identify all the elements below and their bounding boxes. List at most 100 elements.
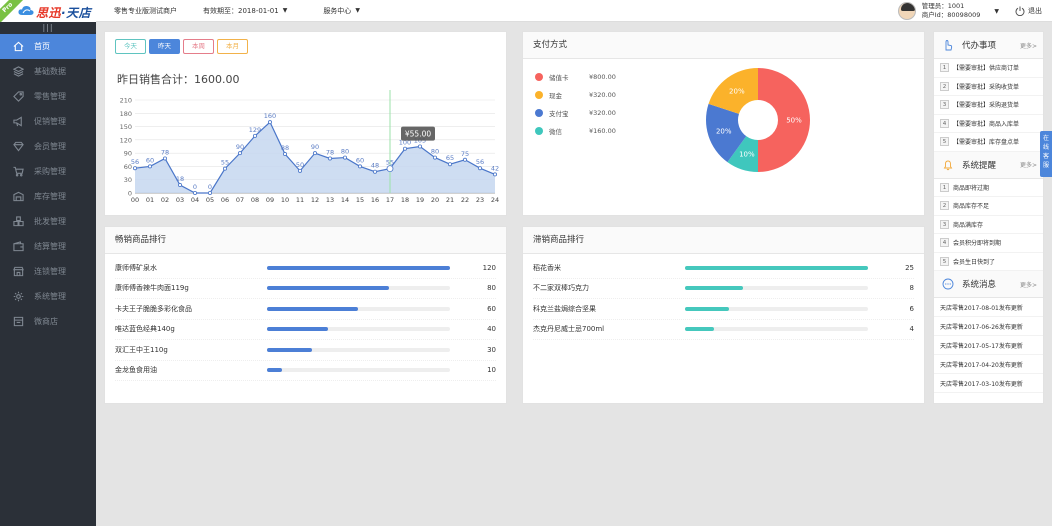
data-label: 60 xyxy=(356,156,364,164)
list-item[interactable]: 稻花香米 25 xyxy=(533,258,914,279)
user-menu-chevron-icon[interactable]: ▼ xyxy=(994,8,999,15)
data-point[interactable] xyxy=(357,164,362,169)
data-point[interactable] xyxy=(282,152,287,157)
sidebar-item-2[interactable]: 零售管理 xyxy=(0,84,96,109)
alerts-more-link[interactable]: 更多> xyxy=(1020,160,1037,169)
data-point[interactable] xyxy=(477,166,482,171)
sidebar-item-11[interactable]: 微商店 xyxy=(0,309,96,334)
data-point[interactable] xyxy=(462,157,467,162)
valid-until-dropdown[interactable]: 有效期至：2018-01-01 ▼ xyxy=(203,6,287,16)
list-item[interactable]: 杰克丹尼威士忌700ml 4 xyxy=(533,320,914,340)
list-item[interactable]: 3 商品满库存 xyxy=(934,216,1043,234)
data-point[interactable] xyxy=(327,156,332,161)
avatar[interactable] xyxy=(897,2,916,20)
legend-item[interactable]: 现金 ¥320.00 xyxy=(535,90,616,100)
x-tick-label: 06 xyxy=(221,196,229,204)
data-point[interactable] xyxy=(148,164,153,169)
message-item[interactable]: 天店零售2017-03-10发布更新 xyxy=(934,374,1043,393)
list-item[interactable]: 2 【需要审批】采购收货单 xyxy=(934,78,1043,96)
list-item[interactable]: 金龙鱼食用油 10 xyxy=(115,361,496,381)
sidebar-item-10[interactable]: 系统管理 xyxy=(0,284,96,309)
list-item[interactable]: 不二家双棒巧克力 8 xyxy=(533,279,914,299)
data-point[interactable] xyxy=(372,169,377,174)
tab-this-week[interactable]: 本周 xyxy=(183,39,214,54)
sidebar-item-7[interactable]: 批发管理 xyxy=(0,209,96,234)
message-item[interactable]: 天店零售2017-06-26发布更新 xyxy=(934,317,1043,336)
progress-fill xyxy=(684,306,729,311)
message-item[interactable]: 天店零售2017-04-20发布更新 xyxy=(934,355,1043,374)
data-point[interactable] xyxy=(238,151,243,156)
list-item[interactable]: 康师傅香辣牛肉面119g 80 xyxy=(115,279,496,299)
list-item[interactable]: 双汇王中王110g 30 xyxy=(115,340,496,361)
data-point[interactable] xyxy=(297,168,302,173)
todo-more-link[interactable]: 更多> xyxy=(1020,41,1037,50)
data-point[interactable] xyxy=(163,156,168,161)
data-point[interactable] xyxy=(267,120,272,125)
list-item[interactable]: 科克兰盐焗综合坚果 6 xyxy=(533,299,914,320)
list-item[interactable]: 5 会员生日快到了 xyxy=(934,253,1043,271)
list-item[interactable]: 5 【需要审批】库存盘点单 xyxy=(934,133,1043,152)
list-item[interactable]: 4 会员积分即将到期 xyxy=(934,234,1043,253)
data-point[interactable] xyxy=(252,133,257,138)
legend-label: 微信 xyxy=(549,127,562,136)
sales-count: 120 xyxy=(482,263,496,272)
data-point[interactable] xyxy=(447,162,452,167)
data-point[interactable] xyxy=(208,191,213,196)
list-item[interactable]: 3 【需要审批】采购退货单 xyxy=(934,96,1043,115)
sidebar-item-1[interactable]: 基础数据 xyxy=(0,59,96,84)
legend-item[interactable]: 支付宝 ¥320.00 xyxy=(535,108,616,118)
list-item[interactable]: 唯达蓝色经典140g 40 xyxy=(115,320,496,340)
sidebar-item-6[interactable]: 库存管理 xyxy=(0,184,96,209)
list-item[interactable]: 1 商品即将过期 xyxy=(934,179,1043,197)
data-point[interactable] xyxy=(178,183,183,188)
y-tick-label: 120 xyxy=(120,136,132,144)
legend-item[interactable]: 微信 ¥160.00 xyxy=(535,126,616,136)
message-item[interactable]: 天店零售2017-05-17发布更新 xyxy=(934,336,1043,355)
header-user-area: 管理员：1001 商户Id：80098009 ▼ 退出 xyxy=(897,0,1042,22)
data-point[interactable] xyxy=(223,166,228,171)
data-point[interactable] xyxy=(193,191,198,196)
hourly-sales-chart[interactable]: 0306090120150180210560060017802180300400… xyxy=(115,90,501,210)
sidebar-item-9[interactable]: 连锁管理 xyxy=(0,259,96,284)
message-item[interactable]: 天店零售2017-08-01发布更新 xyxy=(934,298,1043,317)
online-service-tab[interactable]: 在线客服 xyxy=(1040,131,1052,177)
item-label: 【需要审批】采购收货单 xyxy=(953,83,1020,91)
service-center-dropdown[interactable]: 服务中心 ▼ xyxy=(323,6,360,16)
sidebar-collapse-toggle[interactable]: ||| xyxy=(0,22,96,34)
list-item[interactable]: 1 【需要审批】供应商订单 xyxy=(934,59,1043,78)
tab-this-month[interactable]: 本月 xyxy=(217,39,248,54)
legend-item[interactable]: 储值卡 ¥800.00 xyxy=(535,72,616,82)
data-point[interactable] xyxy=(492,172,497,177)
progress-fill xyxy=(684,286,744,291)
sidebar-item-3[interactable]: 促销管理 xyxy=(0,109,96,134)
payment-donut-chart[interactable]: 50% 10% 20% 20% xyxy=(703,65,813,175)
donut-slice[interactable] xyxy=(758,68,810,172)
sidebar-item-0[interactable]: 首页 xyxy=(0,34,96,59)
sidebar-item-4[interactable]: 会员管理 xyxy=(0,134,96,159)
data-label: 78 xyxy=(161,148,169,156)
list-item[interactable]: 2 商品库存不足 xyxy=(934,197,1043,216)
data-point[interactable] xyxy=(342,155,347,160)
messages-more-link[interactable]: 更多> xyxy=(1020,280,1037,289)
data-point[interactable] xyxy=(312,151,317,156)
data-point[interactable] xyxy=(417,144,422,149)
data-point[interactable] xyxy=(432,155,437,160)
x-tick-label: 21 xyxy=(446,196,454,204)
data-point[interactable] xyxy=(402,146,407,151)
list-item[interactable]: 康师傅矿泉水 120 xyxy=(115,258,496,279)
logout-button[interactable]: 退出 xyxy=(1015,6,1042,16)
tab-today[interactable]: 今天 xyxy=(115,39,146,54)
progress-fill xyxy=(684,327,714,332)
list-item[interactable]: 卡夫王子脆脆多彩化食品 60 xyxy=(115,299,496,320)
sidebar-item-label: 批发管理 xyxy=(34,217,66,226)
sales-count: 80 xyxy=(487,284,496,293)
online-service-char: 线 xyxy=(1042,144,1049,151)
sidebar-item-8[interactable]: 结算管理 xyxy=(0,234,96,259)
sidebar-item-5[interactable]: 采购管理 xyxy=(0,159,96,184)
tab-yesterday[interactable]: 昨天 xyxy=(149,39,180,54)
data-point[interactable] xyxy=(132,166,137,171)
power-icon xyxy=(1015,6,1025,16)
logo[interactable]: Pro 思迅·天店 xyxy=(0,0,96,22)
valid-until-label: 有效期至：2018-01-01 xyxy=(203,6,279,15)
list-item[interactable]: 4 【需要审批】商品入库单 xyxy=(934,115,1043,133)
